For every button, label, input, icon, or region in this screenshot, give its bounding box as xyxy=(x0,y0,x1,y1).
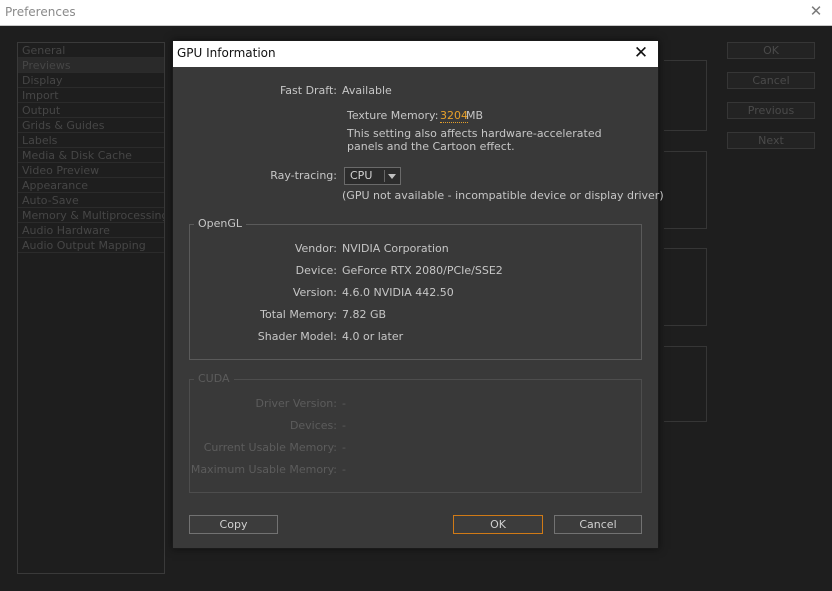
dialog-title: GPU Information xyxy=(177,46,276,60)
maximum-usable-memory-value: - xyxy=(342,463,346,476)
total-memory-label: Total Memory: xyxy=(260,308,337,321)
driver-version-label: Driver Version: xyxy=(255,397,337,410)
nav-item-import[interactable]: Import xyxy=(18,88,164,103)
preferences-cancel-button[interactable]: Cancel xyxy=(727,72,815,89)
preferences-titlebar: Preferences ✕ xyxy=(0,0,832,26)
ray-tracing-note: (GPU not available - incompatible device… xyxy=(342,189,664,202)
preferences-title: Preferences xyxy=(5,5,76,19)
preferences-panel xyxy=(664,151,707,229)
nav-item-auto-save[interactable]: Auto-Save xyxy=(18,193,164,208)
chevron-down-icon xyxy=(388,174,396,179)
dialog-titlebar: GPU Information ✕ xyxy=(173,41,658,67)
cancel-button[interactable]: Cancel xyxy=(554,515,642,534)
texture-memory-unit: MB xyxy=(466,109,484,122)
devices-value: - xyxy=(342,419,346,432)
texture-memory-input[interactable]: 3204 xyxy=(440,109,468,123)
shader-model-label: Shader Model: xyxy=(257,330,337,343)
nav-item-grids-guides[interactable]: Grids & Guides xyxy=(18,118,164,133)
preferences-panel xyxy=(664,248,707,326)
driver-version-value: - xyxy=(342,397,346,410)
fast-draft-value: Available xyxy=(342,84,392,97)
devices-label: Devices: xyxy=(289,419,337,432)
current-usable-memory-label: Current Usable Memory: xyxy=(203,441,337,454)
vendor-label: Vendor: xyxy=(294,242,337,255)
preferences-ok-button[interactable]: OK xyxy=(727,42,815,59)
opengl-legend: OpenGL xyxy=(194,218,247,230)
ray-tracing-label: Ray-tracing: xyxy=(270,169,337,182)
ray-tracing-select[interactable]: CPU xyxy=(344,167,401,185)
select-divider xyxy=(384,170,385,182)
version-label: Version: xyxy=(292,286,337,299)
nav-item-output[interactable]: Output xyxy=(18,103,164,118)
nav-item-labels[interactable]: Labels xyxy=(18,133,164,148)
current-usable-memory-value: - xyxy=(342,441,346,454)
close-icon[interactable]: ✕ xyxy=(632,44,650,62)
device-value: GeForce RTX 2080/PCIe/SSE2 xyxy=(342,264,503,277)
shader-model-value: 4.0 or later xyxy=(342,330,404,343)
preferences-next-button[interactable]: Next xyxy=(727,132,815,149)
nav-item-appearance[interactable]: Appearance xyxy=(18,178,164,193)
device-label: Device: xyxy=(295,264,337,277)
total-memory-value: 7.82 GB xyxy=(342,308,387,321)
preferences-panel xyxy=(664,346,707,422)
ray-tracing-selected-value: CPU xyxy=(350,169,373,182)
vendor-value: NVIDIA Corporation xyxy=(342,242,449,255)
nav-item-audio-hardware[interactable]: Audio Hardware xyxy=(18,223,164,238)
texture-memory-label: Texture Memory: xyxy=(347,109,439,122)
nav-item-display[interactable]: Display xyxy=(18,73,164,88)
fast-draft-label: Fast Draft: xyxy=(279,84,337,97)
nav-item-video-preview[interactable]: Video Preview xyxy=(18,163,164,178)
nav-item-general[interactable]: General xyxy=(18,43,164,58)
maximum-usable-memory-label: Maximum Usable Memory: xyxy=(190,463,337,476)
nav-item-audio-output-mapping[interactable]: Audio Output Mapping xyxy=(18,238,164,253)
gpu-information-dialog: GPU Information ✕ Fast Draft: Available … xyxy=(172,40,664,549)
preferences-panel xyxy=(664,60,707,131)
nav-item-previews[interactable]: Previews xyxy=(18,58,164,73)
texture-memory-note-line2: panels and the Cartoon effect. xyxy=(347,140,515,153)
close-icon[interactable]: ✕ xyxy=(808,3,824,19)
cuda-group: CUDA Driver Version: - Devices: - Curren… xyxy=(189,373,642,493)
opengl-group: OpenGL Vendor: NVIDIA Corporation Device… xyxy=(189,218,642,360)
ok-button[interactable]: OK xyxy=(453,515,543,534)
preferences-nav: General Previews Display Import Output G… xyxy=(17,42,165,574)
version-value: 4.6.0 NVIDIA 442.50 xyxy=(342,286,454,299)
preferences-previous-button[interactable]: Previous xyxy=(727,102,815,119)
cuda-legend: CUDA xyxy=(194,373,234,385)
texture-memory-note-line1: This setting also affects hardware-accel… xyxy=(347,127,602,140)
copy-button[interactable]: Copy xyxy=(189,515,278,534)
nav-item-media-disk-cache[interactable]: Media & Disk Cache xyxy=(18,148,164,163)
nav-item-memory-multiprocessing[interactable]: Memory & Multiprocessing xyxy=(18,208,164,223)
